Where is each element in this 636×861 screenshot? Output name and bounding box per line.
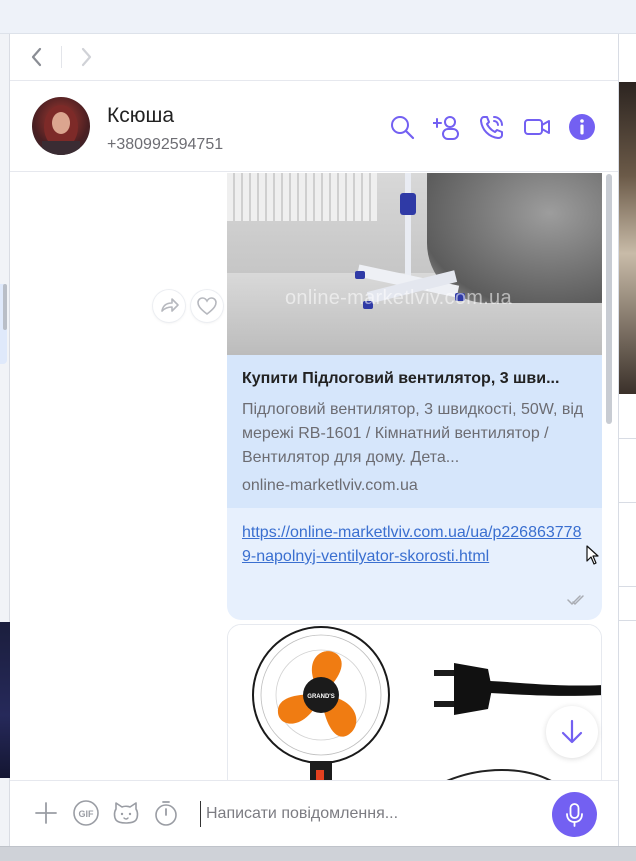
nav-separator xyxy=(61,46,62,68)
chat-header: Ксюша +380992594751 xyxy=(10,82,618,172)
heart-icon xyxy=(197,297,217,316)
voice-message-button[interactable] xyxy=(552,792,597,837)
forward-message-button[interactable] xyxy=(153,290,185,322)
share-icon xyxy=(161,298,179,312)
add-participant-icon[interactable] xyxy=(432,113,461,141)
message-list[interactable]: online-marketlviv.com.ua Купити Підлогов… xyxy=(10,173,618,780)
message-actions xyxy=(153,290,223,324)
left-panel-image-fragment xyxy=(0,622,10,778)
link-preview-title: Купити Підлоговий вентилятор, 3 шви... xyxy=(242,370,560,387)
image-watermark: online-marketlviv.com.ua xyxy=(285,287,512,309)
message-list-scrollbar[interactable] xyxy=(606,174,612,424)
left-panel-scrollbar[interactable] xyxy=(3,284,7,330)
message-status-icon xyxy=(567,593,585,606)
svg-text:GIF: GIF xyxy=(79,809,95,819)
right-panel-image-fragment xyxy=(619,82,636,394)
right-panel-divider xyxy=(619,438,636,439)
chat-window: Ксюша +380992594751 online-marketlviv.co… xyxy=(10,34,618,846)
gif-icon[interactable]: GIF xyxy=(72,799,100,827)
search-icon[interactable] xyxy=(388,113,416,141)
bottom-bar xyxy=(0,846,636,861)
message-input[interactable] xyxy=(200,801,540,827)
forward-button[interactable] xyxy=(74,44,98,70)
info-icon[interactable] xyxy=(568,113,596,141)
fan-pole xyxy=(405,173,411,283)
message-bubble[interactable]: online-marketlviv.com.ua Купити Підлогов… xyxy=(227,173,602,620)
voice-call-icon[interactable] xyxy=(478,113,506,141)
video-call-icon[interactable] xyxy=(523,113,551,141)
right-panel-edge xyxy=(618,34,636,846)
right-panel-divider xyxy=(619,502,636,503)
fan-clip xyxy=(400,193,416,215)
link-preview-domain: online-marketlviv.com.ua xyxy=(242,477,418,494)
mouse-cursor xyxy=(586,545,600,565)
scroll-to-bottom-button[interactable] xyxy=(546,706,598,758)
right-panel-divider xyxy=(619,620,636,621)
right-panel-divider xyxy=(619,586,636,587)
message-link[interactable]: https://online-marketlviv.com.ua/ua/p226… xyxy=(242,521,582,569)
link-preview-description: Підлоговий вентилятор, 3 швидкості, 50W,… xyxy=(242,401,584,466)
avatar-photo xyxy=(42,105,80,155)
fan-brand-label: GRAND'S xyxy=(307,694,334,700)
chevron-left-icon xyxy=(31,47,42,67)
chevron-right-icon xyxy=(81,47,92,67)
navigation-bar xyxy=(10,34,618,81)
arrow-down-icon xyxy=(561,719,583,744)
message-composer: GIF xyxy=(10,780,618,846)
contact-phone: +380992594751 xyxy=(107,136,224,153)
link-preview-image[interactable]: online-marketlviv.com.ua xyxy=(227,173,602,355)
back-button[interactable] xyxy=(25,44,49,70)
contact-name: Ксюша xyxy=(107,104,175,127)
timer-icon[interactable] xyxy=(152,799,180,827)
fan-foot xyxy=(355,271,365,279)
like-message-button[interactable] xyxy=(191,290,223,322)
microphone-icon xyxy=(566,803,583,827)
top-strip xyxy=(0,0,636,34)
avatar[interactable] xyxy=(32,97,90,155)
radiator xyxy=(227,173,377,221)
sticker-icon[interactable] xyxy=(112,799,140,827)
plus-icon[interactable] xyxy=(32,799,60,827)
link-preview-card[interactable]: Купити Підлоговий вентилятор, 3 шви... П… xyxy=(227,355,602,508)
